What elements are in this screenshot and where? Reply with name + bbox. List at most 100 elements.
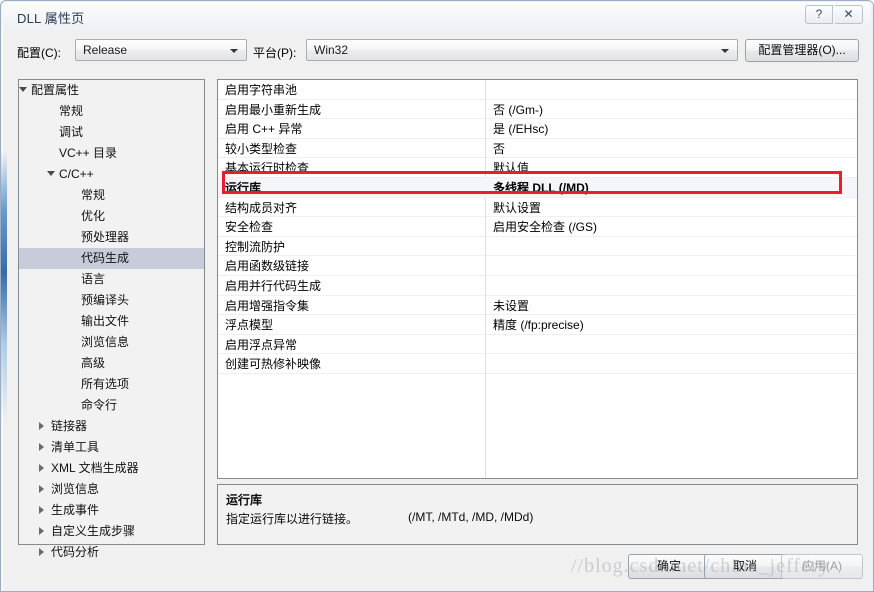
ok-button[interactable]: 确定 (628, 554, 710, 579)
tree-item[interactable]: 代码分析 (19, 542, 204, 563)
property-grid[interactable]: 启用字符串池启用最小重新生成 否 (/Gm-) 启用 C++ 异常 是 (/EHsc)… (217, 79, 858, 479)
tree-item[interactable]: 调试 (19, 122, 204, 143)
tree-item[interactable]: 输出文件 (19, 311, 204, 332)
property-row[interactable]: 基本运行时检查 默认值 (218, 158, 857, 178)
property-name: 启用并行代码生成 (225, 278, 322, 293)
property-name: 启用 C++ 异常 (225, 122, 303, 137)
tree-item[interactable]: 语言 (19, 269, 204, 290)
chevron-down-icon[interactable] (19, 87, 27, 92)
tree-item-label: 语言 (81, 272, 106, 286)
property-value[interactable]: 多线程 DLL (/MD) (493, 179, 589, 196)
tree-item[interactable]: 常规 (19, 185, 204, 206)
chevron-right-icon[interactable] (39, 548, 44, 556)
tree-item-label: 自定义生成步骤 (51, 524, 136, 538)
property-name: 控制流防护 (225, 239, 286, 254)
property-row[interactable]: 启用增强指令集 未设置 (218, 296, 857, 316)
configuration-bar: 配置(C): Release 平台(P): Win32 配置管理器(O)... (1, 37, 873, 69)
tree-item[interactable]: 预处理器 (19, 227, 204, 248)
tree-item-label: 调试 (59, 125, 84, 139)
window-frame-glow (1, 151, 7, 421)
property-value[interactable]: 启用安全检查 (/GS) (493, 218, 597, 235)
tree-item[interactable]: 所有选项 (19, 374, 204, 395)
property-value[interactable]: 否 (493, 140, 505, 157)
tree-item-label: 所有选项 (81, 377, 130, 391)
platform-label: 平台(P): (253, 46, 297, 60)
tree-item-label: 常规 (81, 188, 106, 202)
tree-item-label: 代码生成 (81, 251, 130, 265)
property-name: 启用函数级链接 (225, 259, 310, 274)
configuration-manager-button[interactable]: 配置管理器(O)... (745, 39, 859, 62)
cancel-button[interactable]: 取消 (704, 554, 786, 579)
platform-value: Win32 (314, 43, 349, 57)
tree-item[interactable]: 生成事件 (19, 500, 204, 521)
help-icon[interactable]: ? (805, 5, 833, 24)
tree-item-label: 预处理器 (81, 230, 130, 244)
tree-item[interactable]: VC++ 目录 (19, 143, 204, 164)
chevron-right-icon[interactable] (39, 485, 44, 493)
property-row[interactable]: 启用最小重新生成 否 (/Gm-) (218, 100, 857, 120)
property-name: 浮点模型 (225, 318, 274, 333)
tree-item-label: 生成事件 (51, 503, 100, 517)
property-row[interactable]: 启用字符串池 (218, 80, 857, 100)
description-title: 运行库 (226, 493, 263, 507)
tree-item-label: 链接器 (51, 419, 88, 433)
property-row[interactable]: 启用函数级链接 (218, 256, 857, 276)
property-row[interactable]: 启用 C++ 异常 是 (/EHsc) (218, 119, 857, 139)
property-name: 基本运行时检查 (225, 161, 310, 176)
tree-item-label: XML 文档生成器 (51, 461, 139, 475)
property-row[interactable]: 较小类型检查 否 (218, 139, 857, 159)
tree-item[interactable]: 自定义生成步骤 (19, 521, 204, 542)
close-icon[interactable]: ✕ (835, 5, 863, 24)
property-row[interactable]: 结构成员对齐 默认设置 (218, 198, 857, 218)
property-row[interactable]: 浮点模型 精度 (/fp:precise) (218, 315, 857, 335)
configuration-select[interactable]: Release (75, 39, 247, 61)
tree-item[interactable]: XML 文档生成器 (19, 458, 204, 479)
tree-item-label: 浏览信息 (81, 335, 130, 349)
chevron-right-icon[interactable] (39, 464, 44, 472)
tree-item-label: 清单工具 (51, 440, 100, 454)
property-row[interactable]: 创建可热修补映像 (218, 354, 857, 374)
tree-item[interactable]: 配置属性 (19, 80, 204, 101)
tree-item[interactable]: 预编译头 (19, 290, 204, 311)
property-name: 较小类型检查 (225, 141, 298, 156)
tree-item[interactable]: 浏览信息 (19, 479, 204, 500)
chevron-right-icon[interactable] (39, 527, 44, 535)
tree-item-label: 命令行 (81, 398, 118, 412)
property-row[interactable]: 运行库 多线程 DLL (/MD) (218, 177, 857, 198)
tree-item[interactable]: 浏览信息 (19, 332, 204, 353)
property-row[interactable]: 安全检查 启用安全检查 (/GS) (218, 217, 857, 237)
tree-item[interactable]: C/C++ (19, 164, 204, 185)
tree-item-label: 预编译头 (81, 293, 130, 307)
property-tree[interactable]: 配置属性 常规 调试 VC++ 目录 C/C++ 常规 优化 预处理器 代码生成 语言 预编译头 输出… (18, 79, 205, 559)
configuration-value: Release (83, 43, 128, 57)
chevron-right-icon[interactable] (39, 506, 44, 514)
property-value[interactable]: 精度 (/fp:precise) (493, 316, 584, 333)
property-row[interactable]: 启用并行代码生成 (218, 276, 857, 296)
tree-item[interactable]: 代码生成 (19, 248, 204, 269)
property-row[interactable]: 控制流防护 (218, 237, 857, 257)
tree-item[interactable]: 优化 (19, 206, 204, 227)
tree-item[interactable]: 清单工具 (19, 437, 204, 458)
tree-item[interactable]: 高级 (19, 353, 204, 374)
property-value[interactable]: 未设置 (493, 297, 529, 314)
property-name: 启用增强指令集 (225, 298, 310, 313)
configuration-label: 配置(C): (17, 46, 61, 60)
tree-item[interactable]: 常规 (19, 101, 204, 122)
property-value[interactable]: 默认值 (493, 159, 529, 176)
property-value[interactable]: 默认设置 (493, 199, 541, 216)
chevron-right-icon[interactable] (39, 422, 44, 430)
tree-item[interactable]: 命令行 (19, 395, 204, 416)
property-name: 启用字符串池 (225, 83, 298, 97)
property-value[interactable]: 否 (/Gm-) (493, 101, 543, 118)
property-name: 启用浮点异常 (225, 337, 298, 352)
window-title: DLL 属性页 (17, 11, 85, 26)
chevron-right-icon[interactable] (39, 443, 44, 451)
tree-item-label: 输出文件 (81, 314, 130, 328)
property-row[interactable]: 启用浮点异常 (218, 335, 857, 355)
property-value[interactable]: 是 (/EHsc) (493, 120, 548, 137)
platform-select[interactable]: Win32 (306, 39, 738, 61)
chevron-down-icon[interactable] (47, 171, 55, 176)
tree-item-label: 配置属性 (31, 83, 80, 97)
tree-item[interactable]: 链接器 (19, 416, 204, 437)
description-pane: 运行库 指定运行库以进行链接。 (/MT, /MTd, /MD, /MDd) (217, 484, 858, 545)
